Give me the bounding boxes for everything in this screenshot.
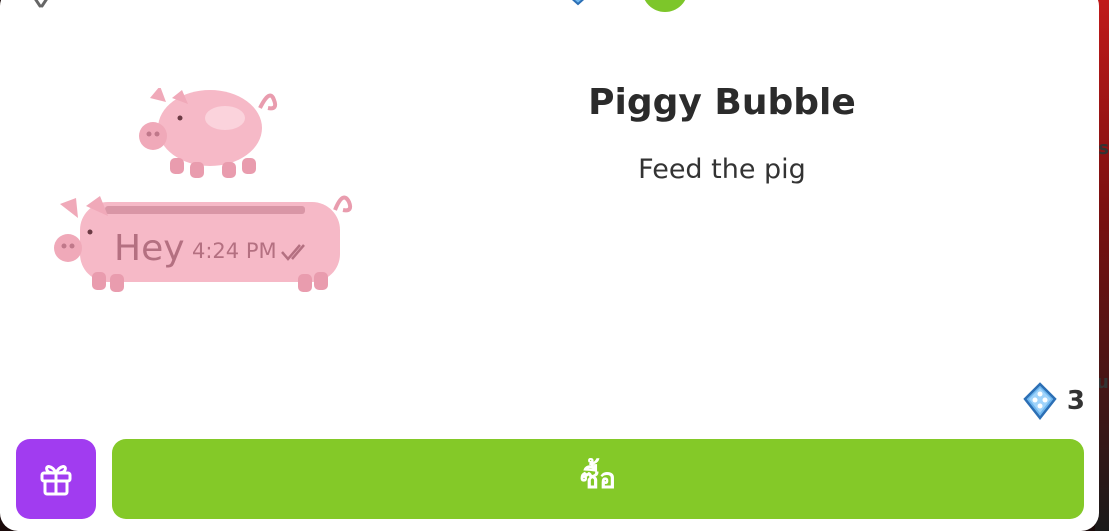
header-title: PIGGY BANK — [412, 0, 567, 9]
item-purchase-modal: PIGGY BANK 4 — [0, 0, 1099, 531]
item-description: Feed the pig — [638, 154, 806, 185]
long-pig-bubble: Hey 4:24 PM — [54, 195, 353, 292]
header-gem-count: 4 — [612, 0, 623, 7]
preview-time: 4:24 PM — [192, 239, 277, 263]
add-gems-button[interactable] — [642, 0, 688, 12]
background-text-fragment: s — [1098, 138, 1109, 159]
buy-button-label: ซื้อ — [580, 462, 616, 495]
price-value: 3 — [1066, 386, 1085, 416]
gift-button[interactable] — [16, 439, 96, 519]
item-title: Piggy Bubble — [588, 82, 856, 123]
preview-message: Hey — [114, 228, 185, 269]
modal-header: PIGGY BANK 4 — [0, 0, 1099, 14]
gift-icon — [40, 465, 72, 496]
small-pig-icon — [139, 86, 278, 178]
close-icon[interactable] — [26, 0, 56, 8]
gem-icon — [1023, 382, 1057, 420]
piggy-bubble-image: Hey 4:24 PM — [54, 86, 353, 292]
item-price: 3 — [1023, 382, 1085, 420]
gem-icon — [571, 0, 585, 6]
bubble-preview: Hey 4:24 PM — [50, 86, 360, 318]
buy-button[interactable]: ซื้อ — [112, 439, 1084, 519]
